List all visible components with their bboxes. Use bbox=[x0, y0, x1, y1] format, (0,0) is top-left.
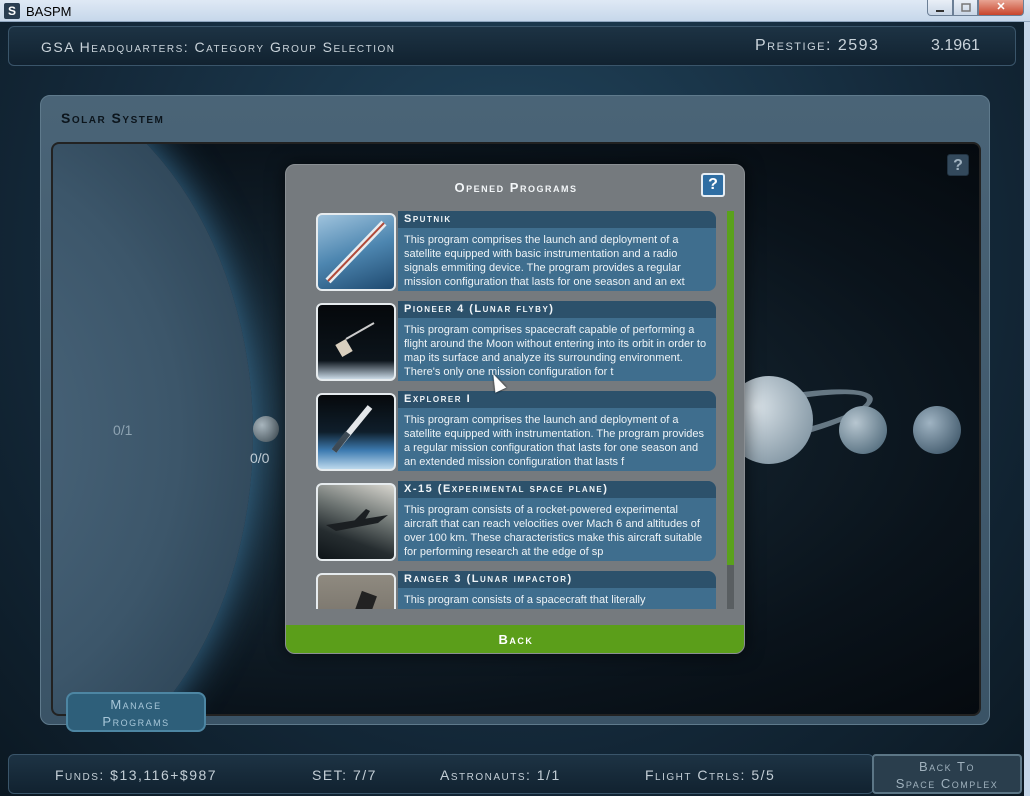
back-to-space-complex-button[interactable]: Back To Space Complex bbox=[872, 754, 1022, 794]
funds-label: Funds: $13,116+$987 bbox=[55, 767, 218, 783]
list-scrollbar[interactable] bbox=[727, 211, 734, 609]
version-label: 3.1961 bbox=[931, 37, 980, 54]
program-description: This program comprises the launch and de… bbox=[404, 414, 705, 468]
header-bar: GSA Headquarters: Category Group Selecti… bbox=[8, 26, 1016, 66]
help-button[interactable]: ? bbox=[947, 154, 969, 176]
program-card-sputnik[interactable]: Sputnik This program comprises the launc… bbox=[314, 211, 718, 293]
mercury-program-count: 0/0 bbox=[250, 450, 270, 466]
window-frame bbox=[1024, 22, 1030, 796]
neptune-planet[interactable] bbox=[913, 406, 961, 454]
game-area: GSA Headquarters: Category Group Selecti… bbox=[0, 22, 1024, 796]
solar-system-title: Solar System bbox=[61, 110, 165, 126]
program-description: This program consists of a spacecraft th… bbox=[404, 594, 646, 606]
back-to-space-complex-line2: Space Complex bbox=[895, 776, 999, 791]
back-to-space-complex-line1: Back To bbox=[919, 759, 975, 774]
program-list[interactable]: Sputnik This program comprises the launc… bbox=[314, 211, 718, 609]
close-button[interactable]: ✕ bbox=[978, 0, 1024, 16]
scrollbar-thumb[interactable] bbox=[727, 211, 734, 565]
window-titlebar: S BASPM ✕ bbox=[0, 0, 1030, 22]
manage-programs-button[interactable]: Manage Programs bbox=[66, 692, 206, 732]
dialog-title: Opened Programs bbox=[454, 180, 578, 195]
rocket-orbit-icon bbox=[316, 393, 396, 471]
manage-programs-line2: Programs bbox=[102, 714, 170, 729]
sun-program-count: 0/1 bbox=[113, 422, 133, 438]
prestige-label: Prestige: 2593 bbox=[755, 37, 880, 54]
sun-planet[interactable] bbox=[53, 144, 253, 714]
program-title: X-15 (Experimental space plane) bbox=[404, 483, 609, 495]
program-title: Pioneer 4 (Lunar flyby) bbox=[404, 303, 555, 315]
space-plane-icon bbox=[316, 483, 396, 561]
flight-controllers-label: Flight Ctrls: 5/5 bbox=[645, 767, 776, 783]
program-card-x-15[interactable]: X-15 (Experimental space plane) This pro… bbox=[314, 481, 718, 563]
maximize-button[interactable] bbox=[953, 0, 978, 16]
program-card-pioneer-4[interactable]: Pioneer 4 (Lunar flyby) This program com… bbox=[314, 301, 718, 383]
app-icon: S bbox=[4, 3, 20, 19]
uranus-planet[interactable] bbox=[839, 406, 887, 454]
program-description: This program comprises the launch and de… bbox=[404, 234, 685, 288]
set-label: SET: 7/7 bbox=[312, 767, 377, 783]
program-card-explorer-i[interactable]: Explorer I This program comprises the la… bbox=[314, 391, 718, 473]
program-card-ranger-3[interactable]: Ranger 3 (Lunar impactor) This program c… bbox=[314, 571, 718, 609]
mercury-planet[interactable] bbox=[253, 416, 279, 442]
lunar-impactor-icon bbox=[316, 573, 396, 609]
program-title: Sputnik bbox=[404, 213, 452, 225]
probe-icon bbox=[316, 303, 396, 381]
maximize-icon bbox=[960, 3, 971, 12]
program-description: This program comprises spacecraft capabl… bbox=[404, 324, 707, 378]
page-title: GSA Headquarters: Category Group Selecti… bbox=[41, 39, 396, 55]
back-button[interactable]: Back bbox=[286, 625, 744, 653]
sputnik-satellite-icon bbox=[316, 213, 396, 291]
window-title: BASPM bbox=[26, 4, 72, 19]
minimize-button[interactable] bbox=[927, 0, 953, 16]
close-icon: ✕ bbox=[996, 1, 1006, 13]
minimize-icon bbox=[936, 10, 944, 12]
opened-programs-dialog: Opened Programs ? Sputnik This program c… bbox=[285, 164, 745, 654]
manage-programs-line1: Manage bbox=[110, 697, 162, 712]
program-description: This program consists of a rocket-powere… bbox=[404, 504, 703, 558]
dialog-help-button[interactable]: ? bbox=[701, 173, 725, 197]
program-title: Ranger 3 (Lunar impactor) bbox=[404, 573, 573, 585]
status-bar: Funds: $13,116+$987 SET: 7/7 Astronauts:… bbox=[8, 754, 874, 794]
astronauts-label: Astronauts: 1/1 bbox=[440, 767, 561, 783]
program-title: Explorer I bbox=[404, 393, 472, 405]
